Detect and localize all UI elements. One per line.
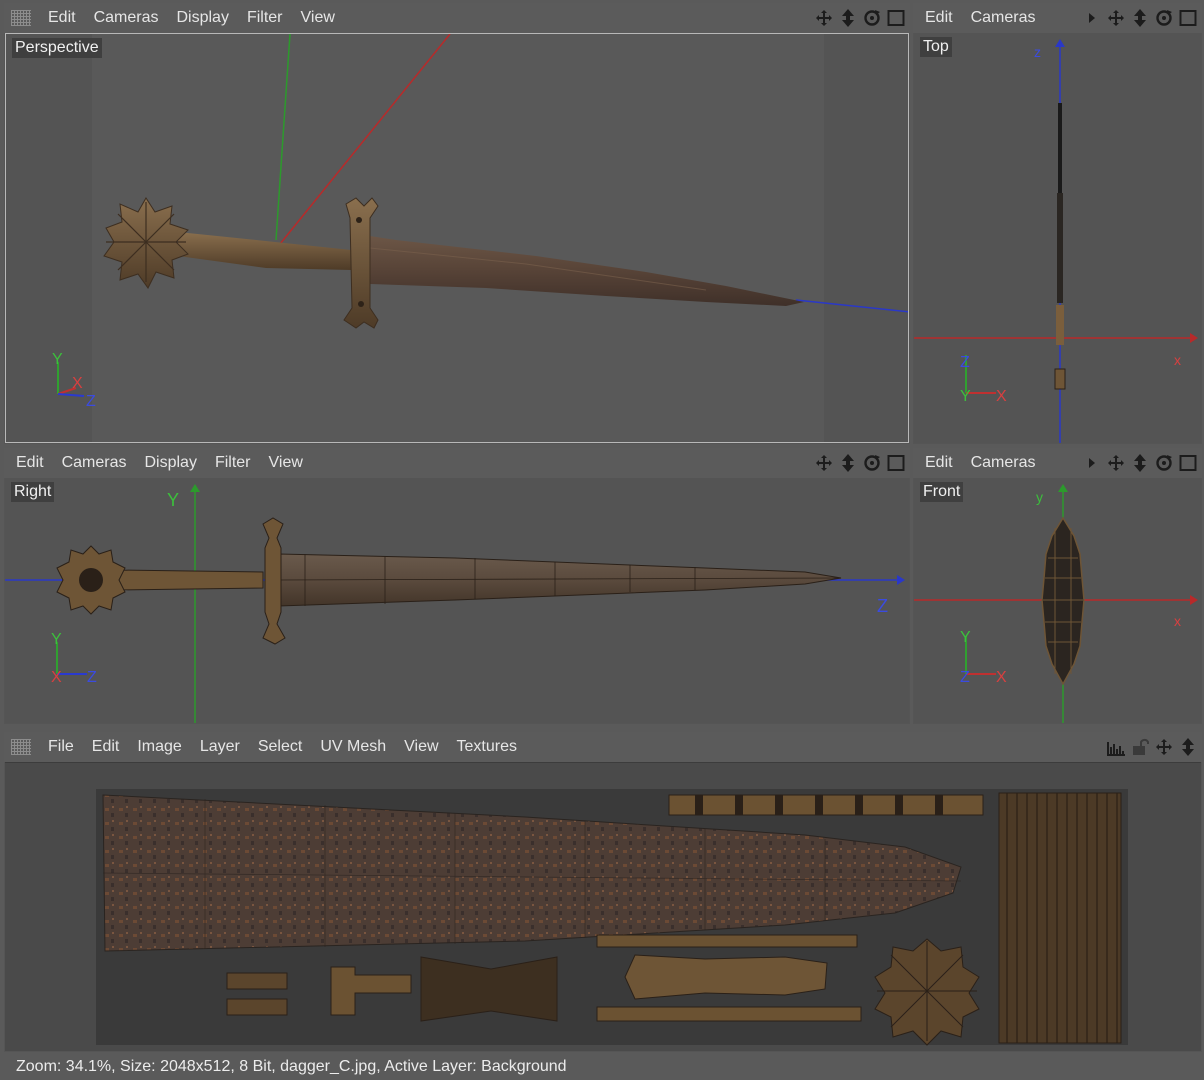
perspective-viewport-pane: Edit Cameras Display Filter View Y X Z P… [4, 3, 910, 444]
menu-file[interactable]: File [39, 738, 83, 756]
viewport-label-front: Front [920, 482, 964, 502]
front-menubar: Edit Cameras [913, 448, 1202, 478]
menu-select[interactable]: Select [249, 738, 311, 756]
move-icon[interactable] [1154, 737, 1174, 757]
menu-edit[interactable]: Edit [913, 9, 962, 27]
viewport-label-right: Right [11, 482, 55, 502]
histogram-icon[interactable] [1106, 737, 1126, 757]
top-canvas[interactable]: z x Z Y X Top [914, 33, 1201, 443]
play-arrow-icon[interactable] [1082, 8, 1102, 28]
top-viewport-pane: Edit Cameras z x Z Y X Top [913, 3, 1202, 444]
right-scene: Y Z Y X Z [5, 484, 905, 723]
menu-edit[interactable]: Edit [913, 454, 962, 472]
top-scene: z x Z Y X [914, 39, 1198, 443]
perspective-canvas[interactable]: Y X Z Perspective [5, 33, 909, 443]
grid-y-label: Y [167, 490, 179, 510]
zoom-icon[interactable] [1130, 8, 1150, 28]
menu-cameras[interactable]: Cameras [85, 9, 168, 27]
menu-image[interactable]: Image [128, 738, 190, 756]
gizmo-z-label: Z [960, 354, 970, 371]
rotate-icon[interactable] [862, 8, 882, 28]
menu-cameras[interactable]: Cameras [962, 454, 1045, 472]
menu-edit[interactable]: Edit [83, 738, 129, 756]
menu-display[interactable]: Display [135, 454, 205, 472]
rotate-icon[interactable] [1154, 453, 1174, 473]
move-icon[interactable] [814, 453, 834, 473]
rotate-icon[interactable] [862, 453, 882, 473]
gizmo-y-label: Y [51, 631, 62, 648]
perspective-scene: Y X Z [52, 34, 908, 442]
zoom-icon[interactable] [1178, 737, 1198, 757]
right-menubar: Edit Cameras Display Filter View [4, 448, 910, 478]
menu-view[interactable]: View [292, 9, 344, 27]
grid-z-label: Z [877, 596, 888, 616]
gizmo-x-label: X [51, 669, 62, 686]
grid-x-label: x [1174, 613, 1181, 629]
texture-menubar: File Edit Image Layer Select UV Mesh Vie… [4, 732, 1202, 762]
right-viewport-pane: Edit Cameras Display Filter View Y Z Y X… [4, 448, 910, 724]
pane-grip-handle[interactable] [11, 10, 31, 26]
gizmo-x-label: X [72, 375, 83, 392]
grid-z-label: z [1034, 44, 1041, 60]
perspective-menubar: Edit Cameras Display Filter View [4, 3, 910, 33]
menu-textures[interactable]: Textures [448, 738, 526, 756]
gizmo-y-label: Y [52, 351, 63, 368]
grid-x-label: x [1174, 352, 1181, 368]
menu-cameras[interactable]: Cameras [962, 9, 1045, 27]
zoom-icon[interactable] [838, 453, 858, 473]
menu-filter[interactable]: Filter [206, 454, 260, 472]
move-icon[interactable] [814, 8, 834, 28]
front-canvas[interactable]: y x Y Z X Front [914, 478, 1201, 723]
texture-canvas[interactable] [5, 762, 1201, 1051]
maximize-icon[interactable] [1178, 8, 1198, 28]
pane-grip-handle[interactable] [11, 739, 31, 755]
uv-texture-image [96, 789, 1128, 1046]
viewport-label-perspective: Perspective [12, 38, 102, 58]
zoom-icon[interactable] [1130, 453, 1150, 473]
gizmo-z-label: Z [960, 669, 970, 686]
gizmo-y-label: Y [960, 388, 971, 405]
gizmo-z-label: Z [87, 669, 97, 686]
zoom-icon[interactable] [838, 8, 858, 28]
move-icon[interactable] [1106, 453, 1126, 473]
menu-uv-mesh[interactable]: UV Mesh [311, 738, 395, 756]
front-scene: y x Y Z X [914, 484, 1198, 723]
menu-edit[interactable]: Edit [4, 454, 53, 472]
status-text: Zoom: 34.1%, Size: 2048x512, 8 Bit, dagg… [16, 1058, 567, 1075]
menu-filter[interactable]: Filter [238, 9, 292, 27]
right-canvas[interactable]: Y Z Y X Z Right [5, 478, 909, 723]
menu-view[interactable]: View [260, 454, 312, 472]
move-icon[interactable] [1106, 8, 1126, 28]
maximize-icon[interactable] [1178, 453, 1198, 473]
gizmo-z-label: Z [86, 393, 96, 410]
front-viewport-pane: Edit Cameras y x Y Z X Front [913, 448, 1202, 724]
maximize-icon[interactable] [886, 453, 906, 473]
menu-cameras[interactable]: Cameras [53, 454, 136, 472]
texture-uv-pane: File Edit Image Layer Select UV Mesh Vie… [4, 732, 1202, 1052]
viewport-label-top: Top [920, 37, 952, 57]
grid-y-label: y [1036, 489, 1043, 505]
menu-display[interactable]: Display [167, 9, 237, 27]
top-menubar: Edit Cameras [913, 3, 1202, 33]
lock-icon[interactable] [1130, 737, 1150, 757]
status-bar: Zoom: 34.1%, Size: 2048x512, 8 Bit, dagg… [0, 1054, 1204, 1080]
play-arrow-icon[interactable] [1082, 453, 1102, 473]
gizmo-x-label: X [996, 669, 1007, 686]
rotate-icon[interactable] [1154, 8, 1174, 28]
gizmo-x-label: X [996, 388, 1007, 405]
menu-layer[interactable]: Layer [191, 738, 249, 756]
gizmo-y-label: Y [960, 629, 971, 646]
maximize-icon[interactable] [886, 8, 906, 28]
menu-view[interactable]: View [395, 738, 447, 756]
menu-edit[interactable]: Edit [39, 9, 85, 27]
